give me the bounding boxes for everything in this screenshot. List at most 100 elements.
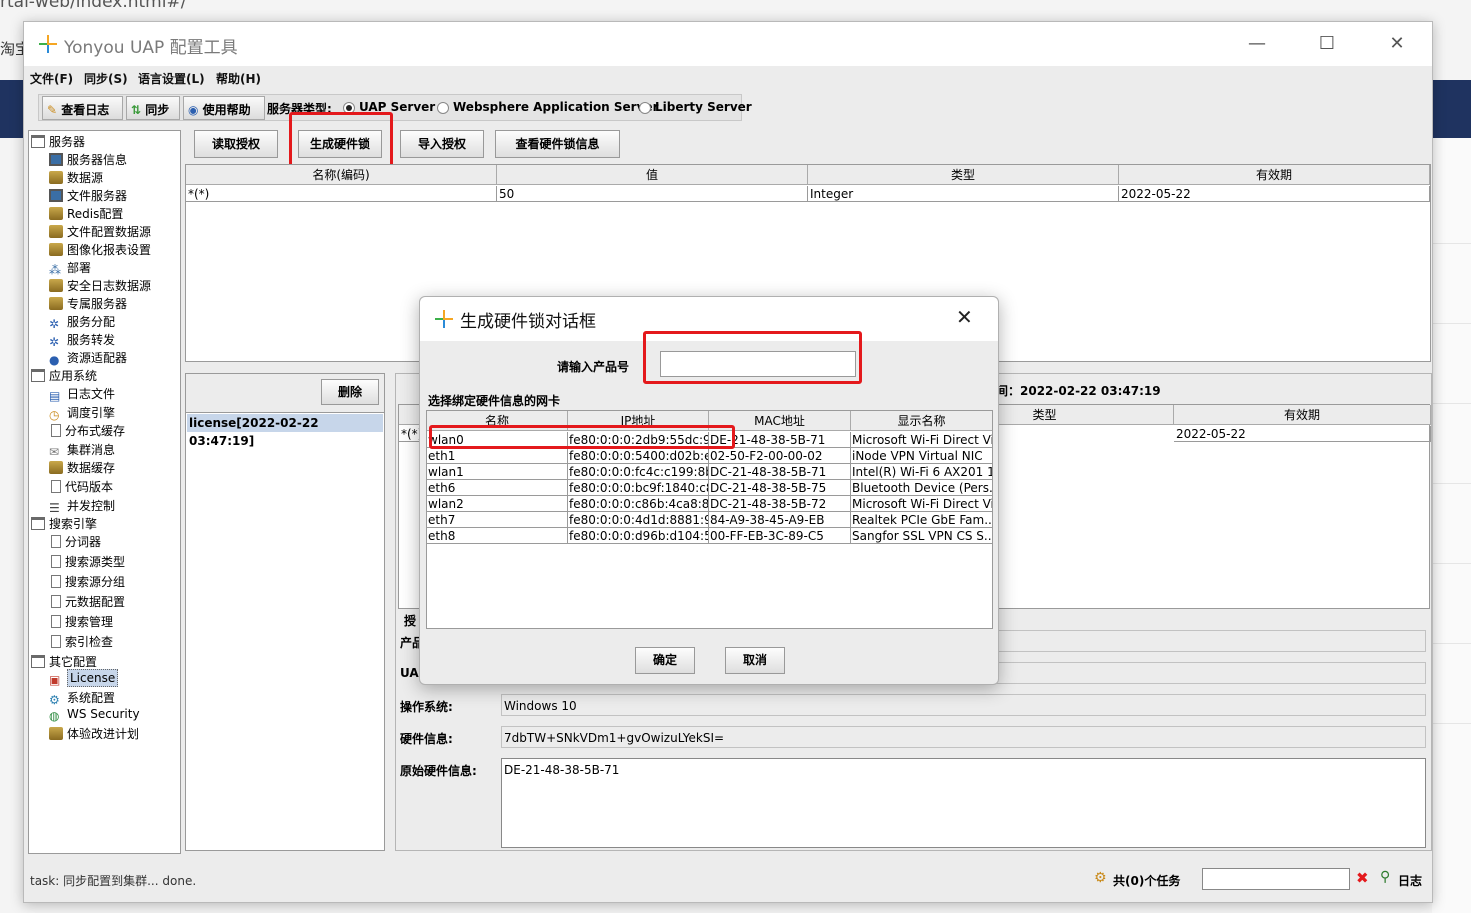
tree-item[interactable]: ◍ WS Security <box>49 707 140 725</box>
table-cell[interactable]: 50 <box>497 186 808 202</box>
tree-group-1[interactable]: 应用系统 <box>31 367 97 385</box>
tree-item[interactable]: 搜索源类型 <box>49 553 125 571</box>
status-task-text: task: 同步配置到集群... done. <box>30 874 197 888</box>
tree-item-label: 搜索管理 <box>65 615 114 630</box>
nic-cell: fe80:0:0:0:c86b:4ca8:8... <box>568 496 709 512</box>
auth-label: 授 <box>404 614 417 628</box>
nic-row[interactable]: eth1 fe80:0:0:0:5400:d02b:e... 02-50-F2-00… <box>427 448 992 464</box>
document-icon <box>51 424 61 438</box>
document-icon <box>51 555 61 569</box>
tree-item-label: 代码版本 <box>65 480 114 494</box>
tree-item[interactable]: 数据源 <box>49 169 103 187</box>
close-window-button[interactable]: ✕ <box>1374 28 1420 60</box>
tree-item[interactable]: ▤ 日志文件 <box>49 385 115 403</box>
mail-icon: ✉ <box>49 444 60 459</box>
import-license-button[interactable]: 导入授权 <box>400 130 484 158</box>
log-icon: ✎ <box>47 103 58 117</box>
nic-row[interactable]: eth6fe80:0:0:0:bc9f:1840:c8...DC-21-48-3… <box>427 480 992 496</box>
nic-header-display-name[interactable]: 显示名称 <box>851 411 992 431</box>
nic-row[interactable]: wlan1 fe80:0:0:0:fc4c:c199:8b... DC-21-48-… <box>427 464 992 480</box>
help-button[interactable]: ◉ 使用帮助 <box>183 96 265 120</box>
menu-language[interactable]: 语言设置(L) <box>138 70 205 87</box>
tree-item[interactable]: ✉ 集群消息 <box>49 441 115 459</box>
radio-liberty[interactable] <box>639 102 651 114</box>
tree-item[interactable]: ☰ 并发控制 <box>49 497 115 515</box>
yonyou-logo-icon <box>435 310 453 328</box>
tree-item[interactable]: ✲ 服务转发 <box>49 331 115 349</box>
clear-icon[interactable]: ✖ <box>1356 869 1369 887</box>
tree-item[interactable]: 图像化报表设置 <box>49 241 151 259</box>
tree-group-0[interactable]: 服务器 <box>31 133 85 151</box>
minimize-button[interactable]: — <box>1234 28 1280 60</box>
tree-group-label: 其它配置 <box>49 655 98 670</box>
menu-sync[interactable]: 同步(S) <box>84 70 128 87</box>
tree-item[interactable]: ● 资源适配器 <box>49 349 127 367</box>
menu-help[interactable]: 帮助(H) <box>216 70 261 87</box>
table-cell[interactable]: 2022-05-22 <box>1174 426 1431 442</box>
tree-item[interactable]: 文件配置数据源 <box>49 223 151 241</box>
tree-item[interactable]: 安全日志数据源 <box>49 277 151 295</box>
nic-row[interactable]: eth8 fe80:0:0:0:d96b:d104:5... 00-FF-EB-3C… <box>427 528 992 544</box>
table-cell[interactable]: Integer <box>808 186 1119 202</box>
monitor-icon <box>49 189 63 202</box>
radio-websphere-label[interactable]: Websphere Application Server <box>453 100 658 114</box>
nic-row[interactable]: eth7fe80:0:0:0:4d1d:8881:9f...84-A9-38-4… <box>427 512 992 528</box>
table-cell[interactable]: 2022-05-22 <box>1119 186 1430 202</box>
tree-item[interactable]: 专属服务器 <box>49 295 127 313</box>
tree-item[interactable]: 索引检查 <box>49 633 113 651</box>
nic-row[interactable]: wlan2 fe80:0:0:0:c86b:4ca8:8... DC-21-48-3… <box>427 496 992 512</box>
tree-item[interactable]: ⁂ 部署 <box>49 259 91 277</box>
tree-item[interactable]: 分布式缓存 <box>49 422 125 440</box>
tree-group-label: 服务器 <box>49 135 86 149</box>
list-icon: ☰ <box>49 500 60 515</box>
service-icon: ✲ <box>49 335 60 349</box>
datasource-icon <box>49 225 63 238</box>
read-license-button[interactable]: 读取授权 <box>194 130 278 158</box>
tree-item[interactable]: ⚙ 系统配置 <box>49 689 115 707</box>
column-header-expiry[interactable]: 有效期 <box>1119 165 1430 185</box>
tree-item-label: 图像化报表设置 <box>67 243 152 257</box>
tree-item[interactable]: 分词器 <box>49 533 101 551</box>
maximize-button[interactable]: ☐ <box>1304 28 1350 60</box>
license-time: 间：2022-02-22 03:47:19 <box>996 384 1161 398</box>
tree-item[interactable]: ✲ 服务分配 <box>49 313 115 331</box>
tree-item[interactable]: Redis配置 <box>49 205 123 223</box>
task-filter-input[interactable] <box>1202 868 1350 890</box>
tree-item[interactable]: ◷ 调度引擎 <box>49 404 115 422</box>
license-icon: ▣ <box>49 673 61 688</box>
window-title: Yonyou UAP 配置工具 <box>64 38 238 58</box>
ok-button[interactable]: 确定 <box>635 647 695 674</box>
view-hardware-lock-button[interactable]: 查看硬件锁信息 <box>495 130 620 158</box>
cancel-button[interactable]: 取消 <box>725 647 785 674</box>
tree-item[interactable]: 代码版本 <box>49 478 113 496</box>
tree-item[interactable]: 文件服务器 <box>49 187 127 205</box>
tree-item[interactable]: 服务器信息 <box>49 151 127 169</box>
column-header-name[interactable]: 名称(编码) <box>186 165 497 185</box>
tree-item-label: License <box>67 669 119 688</box>
column-header-expiry[interactable]: 有效期 <box>1174 405 1431 425</box>
tree-item[interactable]: 数据缓存 <box>49 459 115 477</box>
tree-item[interactable]: 搜索源分组 <box>49 573 125 591</box>
tree-item[interactable]: 体验改进计划 <box>49 725 139 743</box>
menu-file[interactable]: 文件(F) <box>30 70 73 87</box>
log-link[interactable]: 日志 <box>1398 872 1422 889</box>
column-header-value[interactable]: 值 <box>497 165 808 185</box>
delete-button[interactable]: 删除 <box>321 379 379 405</box>
radio-websphere[interactable] <box>437 102 449 114</box>
view-log-button[interactable]: ✎ 查看日志 <box>42 96 123 120</box>
radio-liberty-label[interactable]: Liberty Server <box>655 100 752 114</box>
tree-item[interactable]: 元数据配置 <box>49 593 125 611</box>
table-cell[interactable]: *(*) <box>186 186 497 202</box>
license-list-item[interactable]: license[2022-02-22 03:47:19] <box>187 414 383 448</box>
tree-item-label: 数据缓存 <box>67 461 116 476</box>
sync-button[interactable]: ⇅ 同步 <box>126 96 180 120</box>
product-number-label: 请输入产品号 <box>557 360 630 374</box>
raw-hw-textarea[interactable]: DE-21-48-38-5B-71 <box>501 758 1426 848</box>
tree-group-2[interactable]: 搜索引擎 <box>31 515 97 533</box>
tree-item[interactable]: ▣ License <box>49 669 119 689</box>
help-icon: ◉ <box>188 103 199 117</box>
table-cell[interactable]: *(*) <box>399 426 421 442</box>
dialog-close-button[interactable]: ✕ <box>956 305 973 329</box>
column-header-type[interactable]: 类型 <box>808 165 1119 185</box>
tree-item[interactable]: 搜索管理 <box>49 613 113 631</box>
